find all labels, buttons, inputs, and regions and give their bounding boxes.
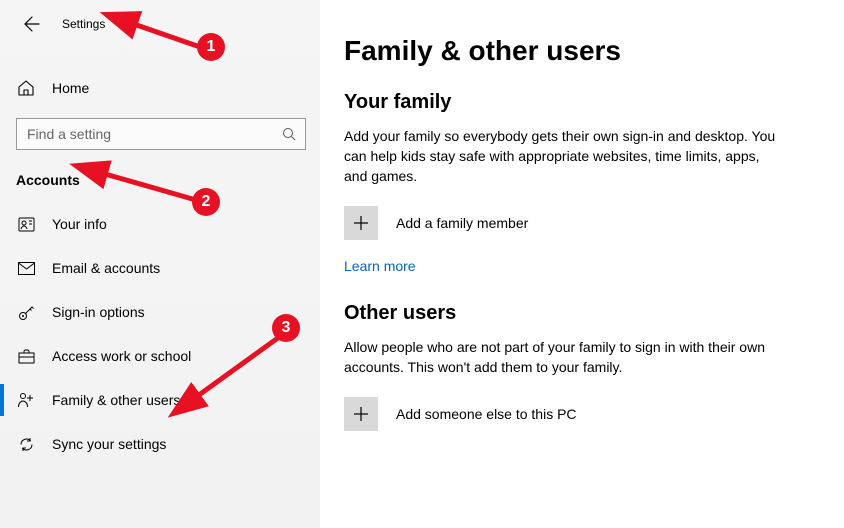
- nav-your-info[interactable]: Your info: [0, 202, 320, 246]
- search-icon: [281, 126, 297, 142]
- annotation-badge-2: 2: [192, 188, 220, 216]
- nav-label: Sync your settings: [52, 436, 166, 452]
- family-heading: Your family: [344, 91, 800, 114]
- add-other-label: Add someone else to this PC: [396, 406, 577, 422]
- sync-icon: [16, 434, 36, 454]
- add-other-user-button[interactable]: Add someone else to this PC: [344, 397, 800, 431]
- home-icon: [16, 78, 36, 98]
- page-title: Family & other users: [344, 35, 800, 67]
- sidebar: Settings Home Accounts Your info: [0, 0, 320, 528]
- home-label: Home: [52, 80, 89, 96]
- add-family-label: Add a family member: [396, 215, 528, 231]
- plus-icon: [344, 397, 378, 431]
- other-users-description: Allow people who are not part of your fa…: [344, 337, 784, 377]
- window-title: Settings: [62, 17, 105, 31]
- search-container: [0, 108, 320, 150]
- category-heading: Accounts: [0, 150, 320, 192]
- settings-window: Settings Home Accounts Your info: [0, 0, 844, 528]
- nav-label: Access work or school: [52, 348, 191, 364]
- nav-list: Your info Email & accounts Sign-in optio…: [0, 202, 320, 466]
- briefcase-icon: [16, 346, 36, 366]
- back-button[interactable]: [16, 8, 48, 40]
- other-users-heading: Other users: [344, 302, 800, 325]
- user-icon: [16, 214, 36, 234]
- search-box[interactable]: [16, 118, 306, 150]
- home-button[interactable]: Home: [0, 68, 320, 108]
- add-family-member-button[interactable]: Add a family member: [344, 206, 800, 240]
- key-icon: [16, 302, 36, 322]
- title-bar: Settings: [0, 0, 320, 48]
- learn-more-link[interactable]: Learn more: [344, 258, 416, 274]
- nav-sync[interactable]: Sync your settings: [0, 422, 320, 466]
- annotation-badge-1: 1: [197, 33, 225, 61]
- plus-icon: [344, 206, 378, 240]
- nav-label: Your info: [52, 216, 107, 232]
- family-icon: [16, 390, 36, 410]
- content-area: Family & other users Your family Add you…: [320, 0, 844, 528]
- back-arrow-icon: [24, 16, 40, 32]
- nav-family-users[interactable]: Family & other users: [0, 378, 320, 422]
- nav-label: Email & accounts: [52, 260, 160, 276]
- nav-label: Family & other users: [52, 392, 180, 408]
- nav-work-school[interactable]: Access work or school: [0, 334, 320, 378]
- family-description: Add your family so everybody gets their …: [344, 126, 784, 186]
- mail-icon: [16, 258, 36, 278]
- nav-label: Sign-in options: [52, 304, 145, 320]
- annotation-badge-3: 3: [272, 314, 300, 342]
- search-input[interactable]: [17, 119, 269, 149]
- nav-email-accounts[interactable]: Email & accounts: [0, 246, 320, 290]
